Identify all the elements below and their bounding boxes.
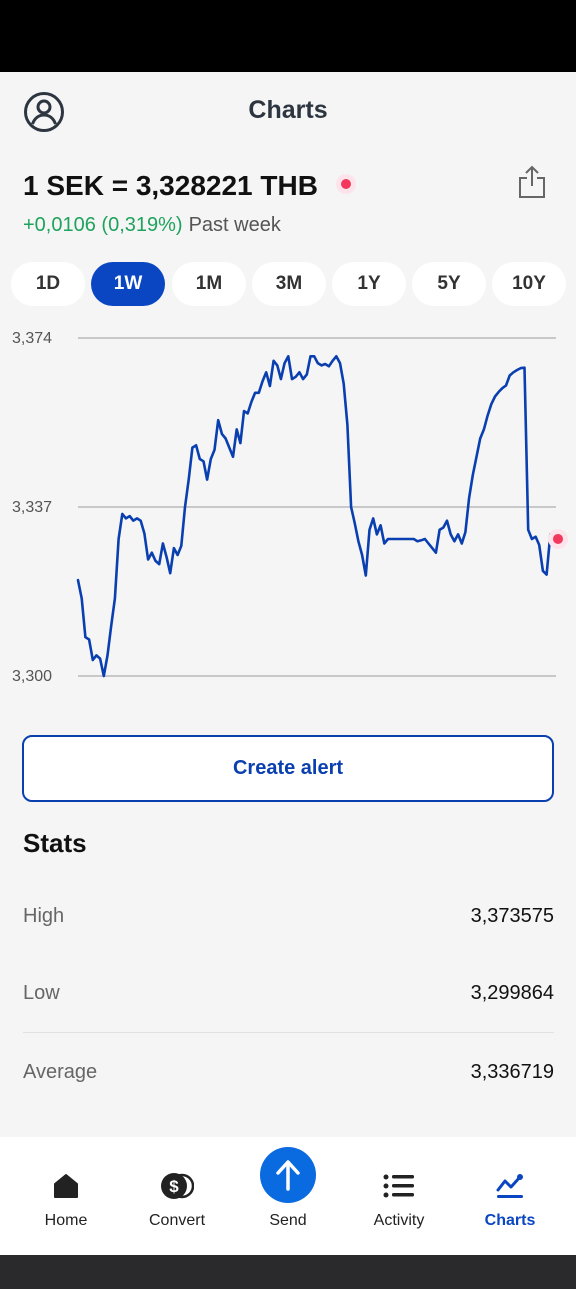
share-icon[interactable] xyxy=(516,164,548,200)
arrow-up-icon xyxy=(260,1147,316,1203)
nav-label: Home xyxy=(44,1212,88,1229)
stat-label: Low xyxy=(23,982,60,1004)
tab-1m[interactable]: 1M xyxy=(172,262,246,306)
chart-icon xyxy=(493,1169,527,1203)
period-tabs: 1D 1W 1M 3M 1Y 5Y 10Y xyxy=(11,262,567,306)
nav-charts[interactable]: Charts xyxy=(454,1137,566,1255)
current-point xyxy=(553,533,563,544)
nav-label: Charts xyxy=(484,1212,536,1229)
exchange-rate: 1 SEK = 3,328221 THB xyxy=(23,170,318,201)
home-icon xyxy=(49,1169,83,1203)
stat-value: 3,336719 xyxy=(470,1060,554,1083)
create-alert-button[interactable]: Create alert xyxy=(22,735,554,802)
nav-home[interactable]: Home xyxy=(10,1137,122,1255)
rate-chart: 3,374 3,337 3,300 xyxy=(12,330,568,685)
status-bar xyxy=(0,0,576,72)
list-icon xyxy=(382,1169,416,1203)
y-tick-label: 3,374 xyxy=(12,330,52,347)
nav-convert[interactable]: $ Convert xyxy=(121,1137,233,1255)
tab-1y[interactable]: 1Y xyxy=(332,262,406,306)
stat-row-average: Average 3,336719 xyxy=(23,1033,554,1111)
tab-1d[interactable]: 1D xyxy=(11,262,85,306)
nav-label: Send xyxy=(269,1212,307,1229)
stat-label: Average xyxy=(23,1060,98,1083)
nav-send[interactable]: Send xyxy=(232,1137,344,1255)
nav-label: Convert xyxy=(148,1212,206,1229)
stat-row-low: Low 3,299864 xyxy=(23,955,554,1033)
change-summary: +0,0106 (0,319%) Past week xyxy=(23,214,281,237)
stats-title: Stats xyxy=(23,828,87,858)
y-tick-label: 3,300 xyxy=(12,668,52,685)
dollar-coin-icon: $ xyxy=(160,1169,194,1203)
nav-activity[interactable]: Activity xyxy=(343,1137,455,1255)
stat-value: 3,299864 xyxy=(470,982,554,1004)
nav-label: Activity xyxy=(373,1212,425,1229)
stat-row-high: High 3,373575 xyxy=(23,877,554,955)
tab-1w[interactable]: 1W xyxy=(91,262,165,306)
system-nav-bar xyxy=(0,1255,576,1289)
page-title: Charts xyxy=(248,96,328,124)
stat-value: 3,373575 xyxy=(470,904,554,927)
change-period: Past week xyxy=(188,214,281,236)
y-tick-label: 3,337 xyxy=(12,499,52,516)
series-line xyxy=(76,355,556,678)
header: Charts xyxy=(0,72,576,148)
svg-text:$: $ xyxy=(169,1177,179,1196)
tab-3m[interactable]: 3M xyxy=(252,262,326,306)
stat-label: High xyxy=(23,904,65,927)
change-value: +0,0106 (0,319%) xyxy=(23,214,183,236)
tab-5y[interactable]: 5Y xyxy=(412,262,486,306)
live-indicator xyxy=(336,174,356,194)
bottom-nav: Home $ Convert Send Activity Charts xyxy=(0,1137,576,1255)
tab-10y[interactable]: 10Y xyxy=(492,262,566,306)
